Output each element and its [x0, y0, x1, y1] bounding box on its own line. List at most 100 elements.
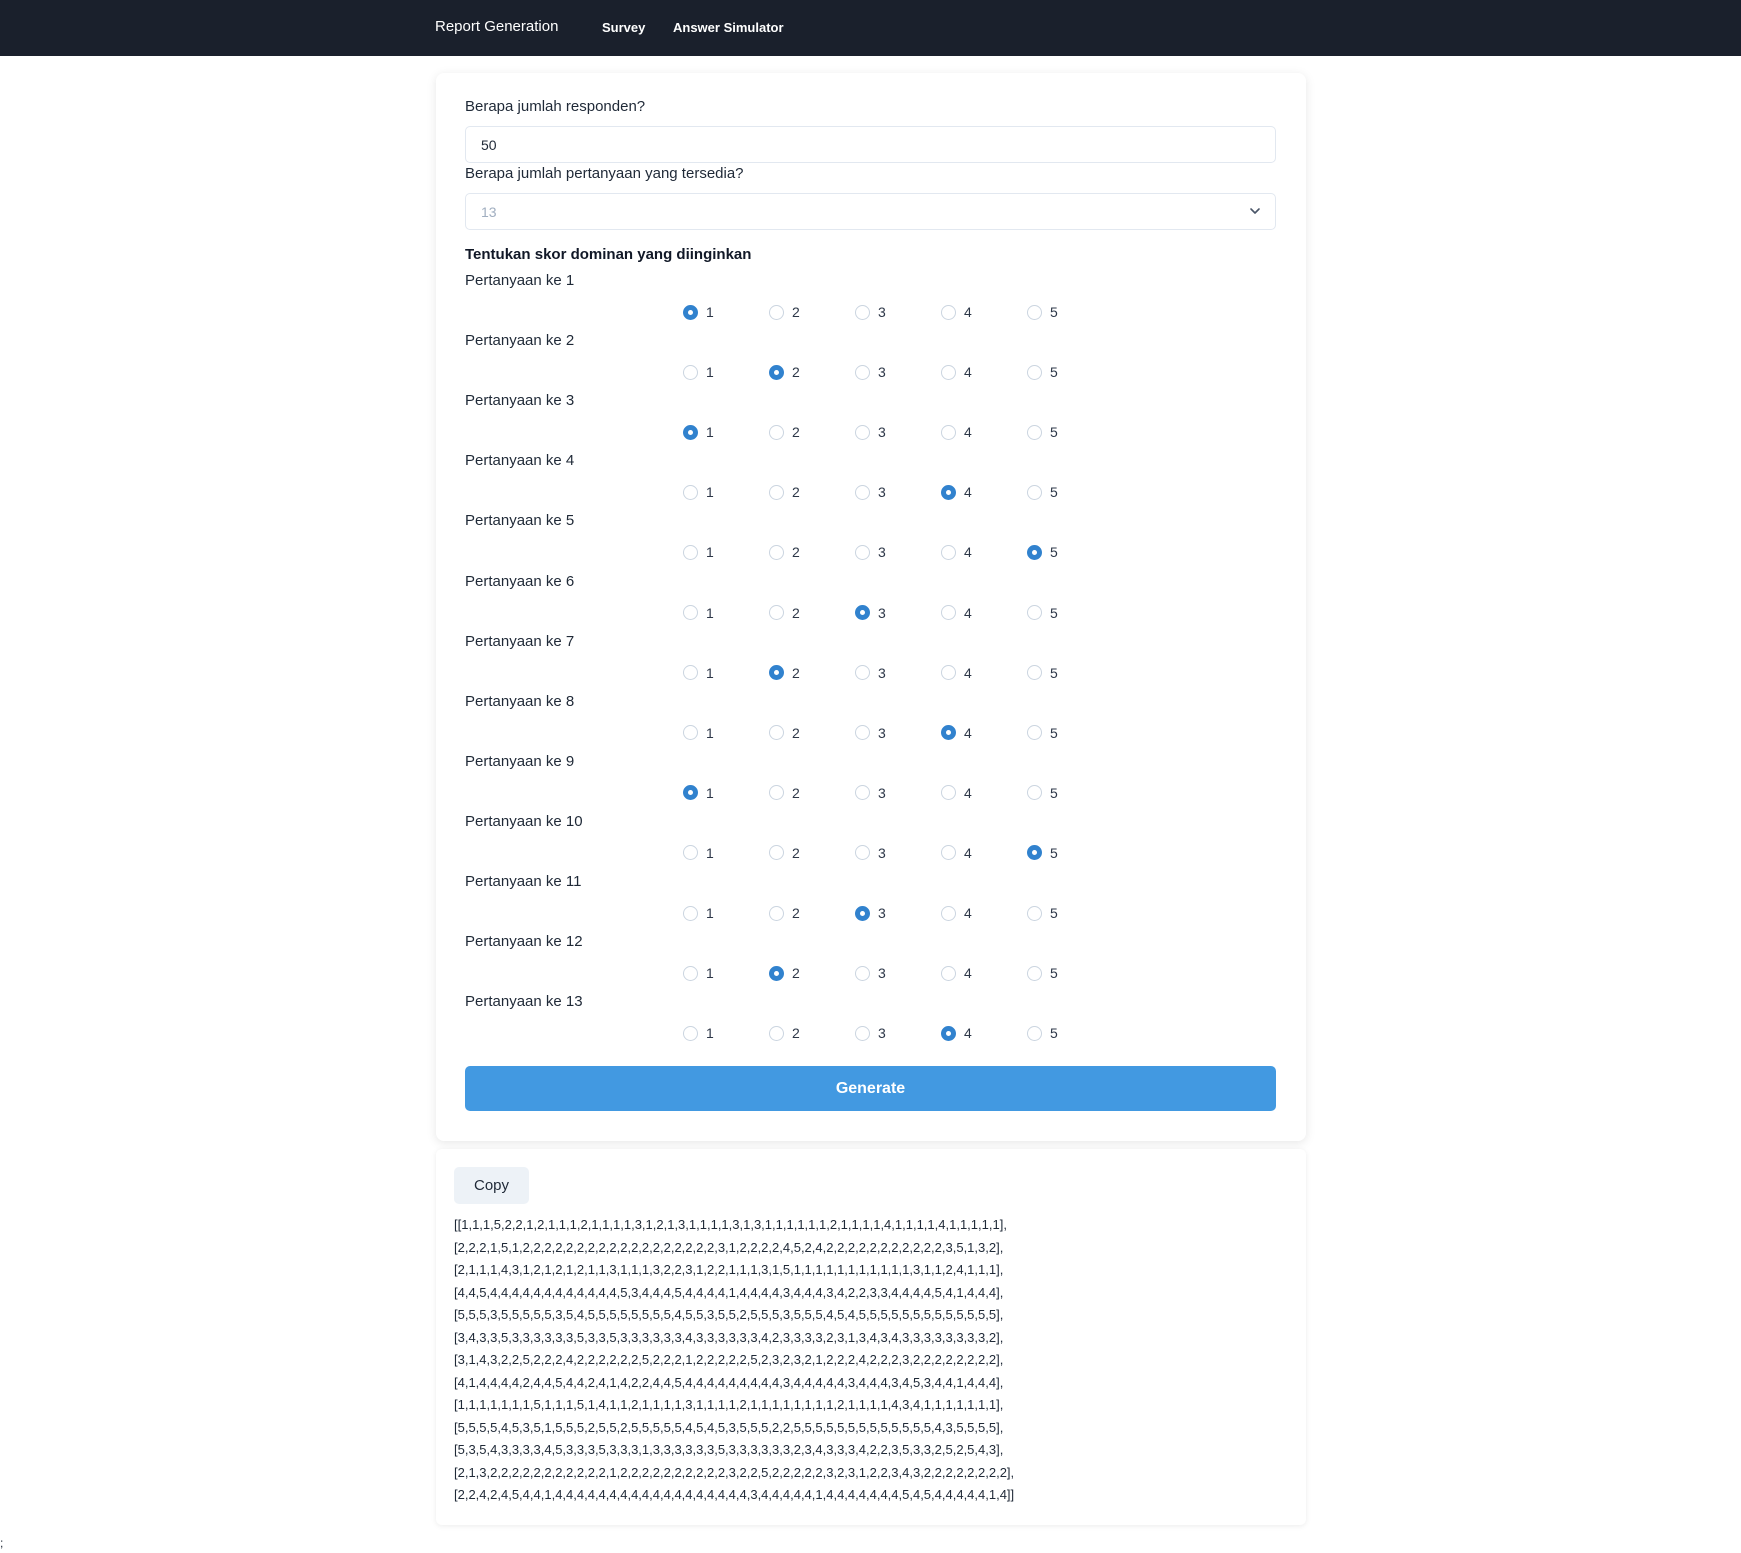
radio-circle[interactable]	[769, 665, 784, 681]
score-radio-option[interactable]: 2	[769, 302, 800, 322]
score-radio-option[interactable]: 3	[855, 542, 886, 562]
radio-circle[interactable]	[855, 605, 870, 620]
radio-circle[interactable]	[769, 1025, 784, 1041]
nav-brand[interactable]: Report Generation	[435, 18, 558, 35]
radio-circle[interactable]	[855, 304, 870, 320]
radio-circle[interactable]	[941, 364, 956, 380]
radio-circle[interactable]	[1027, 905, 1042, 921]
score-radio-option[interactable]: 4	[941, 362, 972, 382]
radio-circle[interactable]	[855, 905, 870, 921]
score-radio-option[interactable]: 1	[683, 542, 714, 562]
score-radio-option[interactable]: 3	[855, 482, 886, 502]
radio-circle[interactable]	[855, 484, 870, 500]
score-radio-option[interactable]: 5	[1027, 1023, 1058, 1043]
score-radio-option[interactable]: 1	[683, 963, 714, 983]
radio-circle[interactable]	[683, 785, 698, 801]
radio-circle[interactable]	[683, 905, 698, 921]
radio-circle[interactable]	[1027, 785, 1042, 801]
radio-circle[interactable]	[1027, 304, 1042, 320]
radio-circle[interactable]	[769, 484, 784, 500]
score-radio-option[interactable]: 3	[855, 783, 886, 803]
score-radio-option[interactable]: 3	[855, 1023, 886, 1043]
radio-circle[interactable]	[855, 665, 870, 681]
radio-circle[interactable]	[941, 605, 956, 620]
score-radio-option[interactable]: 4	[941, 663, 972, 683]
score-radio-option[interactable]: 2	[769, 663, 800, 683]
score-radio-option[interactable]: 4	[941, 843, 972, 863]
score-radio-option[interactable]: 5	[1027, 783, 1058, 803]
score-radio-option[interactable]: 4	[941, 603, 972, 623]
score-radio-option[interactable]: 2	[769, 603, 800, 623]
radio-circle[interactable]	[769, 544, 784, 560]
score-radio-option[interactable]: 2	[769, 903, 800, 923]
radio-circle[interactable]	[855, 965, 870, 981]
radio-circle[interactable]	[1027, 364, 1042, 380]
radio-circle[interactable]	[855, 1025, 870, 1041]
radio-circle[interactable]	[855, 785, 870, 801]
radio-circle[interactable]	[683, 725, 698, 741]
radio-circle[interactable]	[683, 364, 698, 380]
score-radio-option[interactable]: 3	[855, 843, 886, 863]
radio-circle[interactable]	[1027, 665, 1042, 681]
score-radio-option[interactable]: 2	[769, 723, 800, 743]
radio-circle[interactable]	[769, 304, 784, 320]
score-radio-option[interactable]: 1	[683, 302, 714, 322]
score-radio-option[interactable]: 2	[769, 362, 800, 382]
score-radio-option[interactable]: 5	[1027, 963, 1058, 983]
generate-button[interactable]: Generate	[465, 1066, 1276, 1111]
radio-circle[interactable]	[941, 484, 956, 500]
nav-link-survey[interactable]: Survey	[602, 20, 645, 35]
radio-circle[interactable]	[941, 845, 956, 861]
score-radio-option[interactable]: 5	[1027, 482, 1058, 502]
nav-link-answer-simulator[interactable]: Answer Simulator	[673, 20, 784, 35]
respondents-input[interactable]: 50	[465, 126, 1276, 163]
score-radio-option[interactable]: 5	[1027, 663, 1058, 683]
radio-circle[interactable]	[683, 845, 698, 861]
score-radio-option[interactable]: 3	[855, 603, 886, 623]
score-radio-option[interactable]: 4	[941, 542, 972, 562]
radio-circle[interactable]	[855, 544, 870, 560]
score-radio-option[interactable]: 1	[683, 663, 714, 683]
radio-circle[interactable]	[683, 544, 698, 560]
score-radio-option[interactable]: 2	[769, 843, 800, 863]
radio-circle[interactable]	[855, 725, 870, 741]
score-radio-option[interactable]: 5	[1027, 843, 1058, 863]
radio-circle[interactable]	[941, 304, 956, 320]
score-radio-option[interactable]: 1	[683, 603, 714, 623]
score-radio-option[interactable]: 5	[1027, 302, 1058, 322]
score-radio-option[interactable]: 4	[941, 903, 972, 923]
radio-circle[interactable]	[941, 965, 956, 981]
radio-circle[interactable]	[855, 845, 870, 861]
radio-circle[interactable]	[769, 905, 784, 921]
score-radio-option[interactable]: 4	[941, 422, 972, 442]
score-radio-option[interactable]: 4	[941, 963, 972, 983]
radio-circle[interactable]	[769, 364, 784, 380]
radio-circle[interactable]	[941, 1025, 956, 1041]
score-radio-option[interactable]: 2	[769, 963, 800, 983]
score-radio-option[interactable]: 2	[769, 542, 800, 562]
score-radio-option[interactable]: 3	[855, 663, 886, 683]
score-radio-option[interactable]: 1	[683, 362, 714, 382]
radio-circle[interactable]	[941, 905, 956, 921]
radio-circle[interactable]	[769, 845, 784, 861]
radio-circle[interactable]	[941, 785, 956, 801]
radio-circle[interactable]	[1027, 605, 1042, 620]
score-radio-option[interactable]: 3	[855, 723, 886, 743]
radio-circle[interactable]	[1027, 424, 1042, 440]
score-radio-option[interactable]: 1	[683, 482, 714, 502]
radio-circle[interactable]	[1027, 965, 1042, 981]
score-radio-option[interactable]: 3	[855, 422, 886, 442]
radio-circle[interactable]	[683, 965, 698, 981]
radio-circle[interactable]	[855, 364, 870, 380]
score-radio-option[interactable]: 3	[855, 362, 886, 382]
copy-button[interactable]: Copy	[454, 1167, 529, 1204]
score-radio-option[interactable]: 5	[1027, 362, 1058, 382]
score-radio-option[interactable]: 3	[855, 903, 886, 923]
score-radio-option[interactable]: 1	[683, 843, 714, 863]
radio-circle[interactable]	[1027, 845, 1042, 861]
score-radio-option[interactable]: 2	[769, 482, 800, 502]
score-radio-option[interactable]: 5	[1027, 422, 1058, 442]
radio-circle[interactable]	[941, 424, 956, 440]
score-radio-option[interactable]: 2	[769, 422, 800, 442]
score-radio-option[interactable]: 4	[941, 1023, 972, 1043]
